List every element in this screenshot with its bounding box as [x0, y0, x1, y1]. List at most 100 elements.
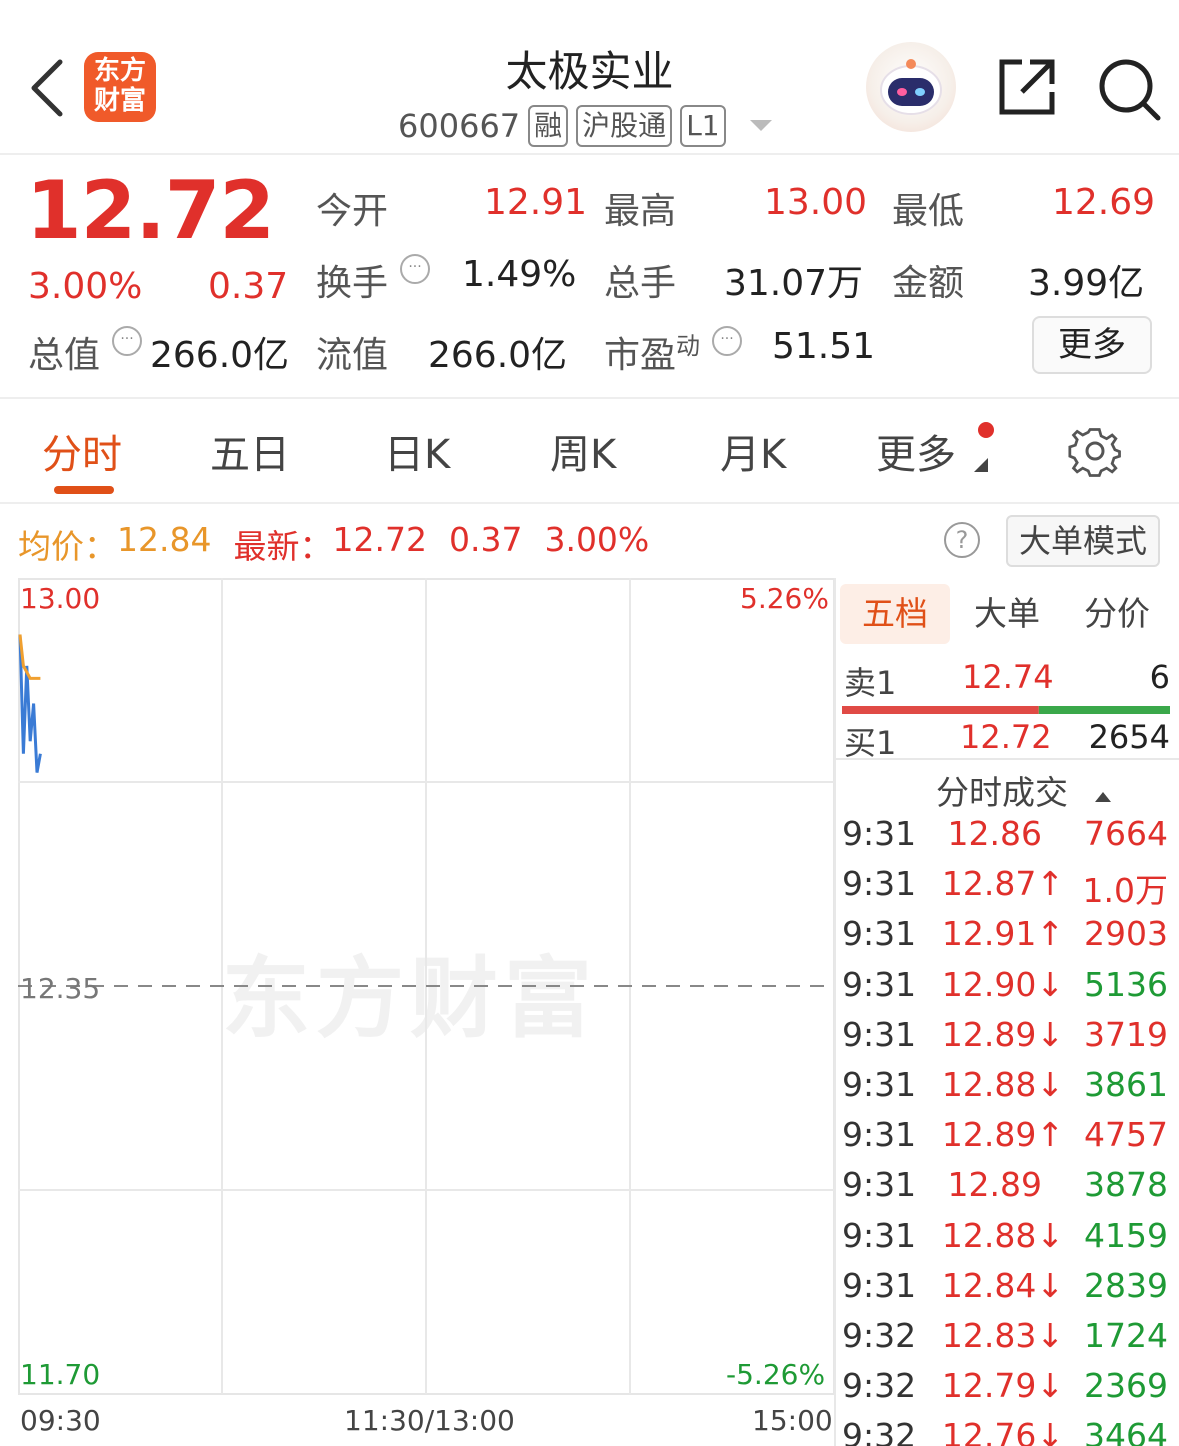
top-header: 东方 财富 太极实业 600667 融 沪股通 L1: [0, 0, 1179, 155]
corner-triangle-icon: [974, 458, 988, 472]
buy-level-1: 买1 12.72 2654: [842, 718, 1170, 768]
assistant-robot-avatar-icon[interactable]: [866, 42, 956, 132]
trade-time: 9:32: [842, 1416, 917, 1446]
bid-ask-depth-bar: [842, 706, 1170, 714]
value-pe: 51.51: [772, 326, 876, 367]
pct-label-bottom: -5.26%: [726, 1358, 826, 1391]
current-price: 12.72: [26, 164, 275, 257]
trade-volume: 3861: [1084, 1065, 1168, 1104]
trade-price: 12.89↓: [941, 1014, 1064, 1054]
y-label-top: 13.00: [20, 582, 101, 615]
more-info-icon[interactable]: ···: [112, 326, 142, 356]
tab-weekly-k[interactable]: 周K: [550, 422, 616, 480]
label-volume: 总手: [604, 263, 677, 304]
label-high: 最高: [604, 191, 677, 232]
trades-title-text: 分时成交: [936, 773, 1068, 812]
trade-row: 9:31 12.88↓ 3861: [842, 1065, 1172, 1115]
trade-price: 12.88↓: [941, 1215, 1064, 1255]
latest-price-label: 最新：: [233, 527, 333, 566]
label-pe-text: 市盈: [604, 335, 677, 376]
value-amount: 3.99亿: [1028, 263, 1145, 304]
trade-row: 9:31 12.87↑ 1.0万: [842, 864, 1172, 914]
trade-price: 12.79↓: [941, 1366, 1064, 1406]
trade-volume: 2839: [1084, 1265, 1168, 1305]
big-order-mode-button[interactable]: 大单模式: [1006, 515, 1160, 567]
trade-time: 9:31: [842, 914, 917, 954]
active-tab-indicator: [54, 486, 114, 494]
tab-monthly-k[interactable]: 月K: [720, 422, 786, 480]
trade-time: 9:31: [842, 864, 917, 904]
latest-change-percent: 3.00%: [544, 520, 650, 559]
trade-price: 12.87↑: [941, 864, 1064, 904]
depth-sell-segment: [842, 706, 1039, 714]
value-open: 12.91: [484, 182, 588, 223]
trade-time: 9:31: [842, 1014, 917, 1054]
stock-code: 600667: [398, 107, 521, 145]
trade-price: 12.76↓: [941, 1416, 1064, 1446]
trade-price: 12.89↑: [941, 1115, 1064, 1155]
avg-price-value: 12.84: [117, 520, 212, 559]
dropdown-caret-icon[interactable]: [746, 116, 776, 136]
trade-volume: 1724: [1084, 1316, 1168, 1355]
value-market-cap: 266.0亿: [150, 335, 290, 376]
value-volume: 31.07万: [724, 263, 864, 304]
trade-time: 9:31: [842, 1215, 917, 1255]
y-label-mid: 12.35: [20, 972, 101, 1005]
trade-time: 9:31: [842, 964, 917, 1004]
avg-price-line: [18, 634, 41, 680]
search-icon[interactable]: [1098, 58, 1162, 122]
change-amount: 0.37: [208, 266, 289, 307]
intraday-chart[interactable]: [18, 578, 836, 1396]
change-percent: 3.00%: [28, 266, 143, 307]
sell-label: 卖1: [844, 664, 897, 702]
value-turnover: 1.49%: [462, 254, 577, 295]
depth-buy-segment: [1038, 706, 1170, 714]
help-icon[interactable]: ?: [944, 522, 980, 558]
tab-big-orders[interactable]: 大单: [952, 584, 1062, 644]
label-market-cap: 总值: [28, 335, 101, 376]
more-quote-button[interactable]: 更多: [1032, 316, 1152, 374]
trade-volume: 7664: [1084, 814, 1168, 853]
latest-price-value: 12.72: [332, 520, 427, 559]
stock-code-row[interactable]: 600667 融 沪股通 L1: [398, 102, 776, 150]
trade-row: 9:31 12.90↓ 5136: [842, 965, 1172, 1015]
trade-volume: 4159: [1084, 1215, 1168, 1255]
label-pe: 市盈动: [604, 326, 700, 378]
trade-price: 12.89: [947, 1165, 1042, 1205]
tab-daily-k[interactable]: 日K: [384, 422, 450, 480]
tab-five-day[interactable]: 五日: [210, 422, 290, 480]
divider: [834, 578, 836, 1446]
share-icon[interactable]: [996, 56, 1058, 118]
tab-intraday[interactable]: 分时: [42, 422, 122, 480]
trade-row: 9:31 12.89 3878: [842, 1165, 1172, 1215]
trade-row: 9:32 12.83↓ 1724: [842, 1316, 1172, 1366]
trade-row: 9:32 12.79↓ 2369: [842, 1366, 1172, 1416]
chart-series-group: [18, 634, 42, 773]
more-info-icon[interactable]: ···: [400, 254, 430, 284]
sell-level-1: 卖1 12.74 6: [842, 658, 1170, 708]
tab-price-distribution[interactable]: 分价: [1062, 584, 1172, 644]
x-label-close: 15:00: [752, 1404, 833, 1437]
settings-gear-icon[interactable]: [1068, 424, 1122, 478]
value-float-cap: 266.0亿: [428, 335, 568, 376]
trades-title[interactable]: 分时成交: [936, 766, 1113, 814]
order-book-tabs: 五档 大单 分价: [838, 584, 1168, 644]
trade-row: 9:32 12.76↓ 3464: [842, 1416, 1172, 1446]
sort-up-icon: [1094, 792, 1111, 802]
divider: [836, 758, 1179, 760]
trade-row: 9:31 12.84↓ 2839: [842, 1266, 1172, 1316]
tab-more[interactable]: 更多: [876, 422, 994, 480]
avg-price-label: 均价：: [18, 527, 117, 566]
tab-five-levels[interactable]: 五档: [840, 584, 950, 644]
trade-row: 9:31 12.91↑ 2903: [842, 914, 1172, 964]
more-info-icon[interactable]: ···: [712, 326, 742, 356]
trade-volume: 3719: [1084, 1014, 1168, 1054]
trade-price: 12.86: [947, 814, 1042, 853]
trade-row: 9:31 12.86 7664: [842, 814, 1172, 864]
label-low: 最低: [892, 191, 965, 232]
intraday-info-bar: 均价： 12.84 最新： 12.72 0.37 3.00%: [18, 520, 649, 568]
latest-change: 0.37: [448, 520, 523, 559]
trade-time: 9:31: [842, 814, 917, 853]
tag-margin: 融: [528, 105, 569, 147]
pct-label-top: 5.26%: [740, 582, 829, 615]
